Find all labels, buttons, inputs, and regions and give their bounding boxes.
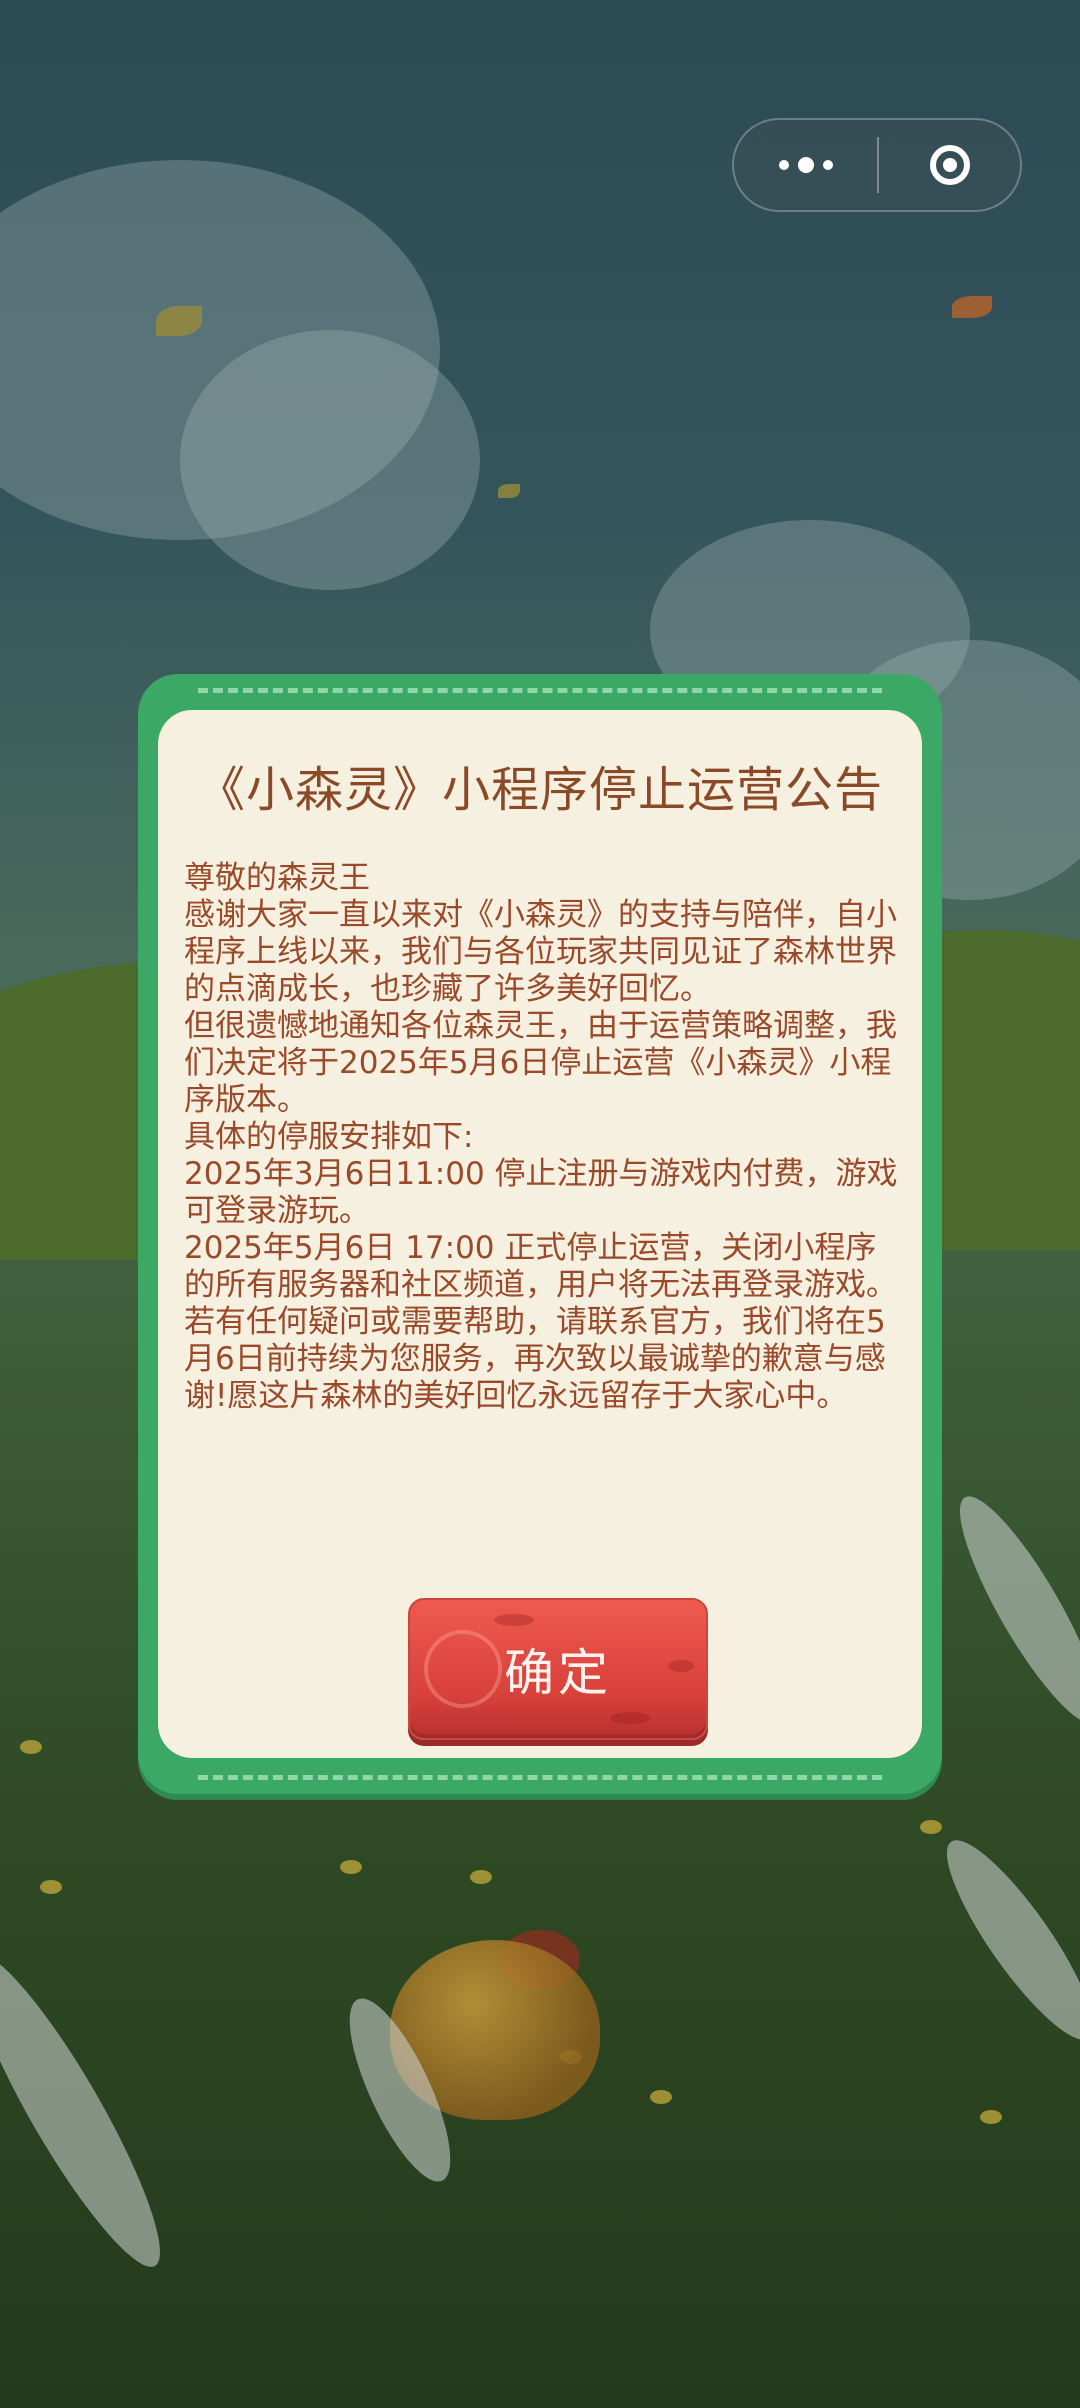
background-flower [650, 2090, 672, 2104]
confirm-button[interactable]: 确定 [408, 1598, 708, 1740]
more-menu-button[interactable] [734, 120, 877, 210]
background-flower [920, 1820, 942, 1834]
button-spot-decoration [494, 1614, 534, 1626]
background-cloud [180, 330, 480, 590]
announcement-paragraph: 2025年5月6日 17:00 正式停止运营，关闭小程序的所有服务器和社区频道，… [184, 1230, 897, 1303]
mini-program-capsule [732, 118, 1022, 212]
game-screen: 《小森灵》小程序停止运营公告 尊敬的森灵王 感谢大家一直以来对《小森灵》的支持与… [0, 0, 1080, 2408]
falling-leaf [498, 484, 520, 498]
background-flower [20, 1740, 42, 1754]
background-flower [470, 1870, 492, 1884]
announcement-text: 尊敬的森灵王 感谢大家一直以来对《小森灵》的支持与陪伴，自小程序上线以来，我们与… [184, 860, 906, 1415]
button-swirl-decoration [424, 1630, 502, 1708]
button-spot-decoration [610, 1712, 650, 1724]
falling-leaf [952, 296, 992, 318]
close-circle-icon [929, 145, 970, 185]
button-spot-decoration [668, 1660, 694, 1672]
grass-blade [926, 1824, 1080, 2056]
announcement-paragraph: 但很遗憾地通知各位森灵王，由于运营策略调整，我们决定将于2025年5月6日停止运… [184, 1008, 897, 1118]
dialog-dashed-border [198, 1775, 882, 1780]
announcement-dialog: 《小森灵》小程序停止运营公告 尊敬的森灵王 感谢大家一直以来对《小森灵》的支持与… [138, 674, 942, 1794]
more-dots-icon [778, 160, 789, 170]
more-dots-icon [822, 160, 833, 170]
close-mini-program-button[interactable] [879, 120, 1020, 210]
announcement-paragraph: 2025年3月6日11:00 停止注册与游戏内付费，游戏可登录游玩。 [184, 1156, 898, 1229]
announcement-paragraph: 尊敬的森灵王 [184, 860, 370, 896]
announcement-paragraph: 若有任何疑问或需要帮助，请联系官方，我们将在5月6日前持续为您服务，再次致以最诚… [184, 1304, 886, 1414]
falling-leaf [156, 306, 202, 336]
dialog-title: 《小森灵》小程序停止运营公告 [196, 762, 883, 818]
dialog-dashed-border [198, 688, 882, 693]
background-flower [40, 1880, 62, 1894]
confirm-button-label: 确定 [504, 1644, 612, 1702]
announcement-paragraph: 感谢大家一直以来对《小森灵》的支持与陪伴，自小程序上线以来，我们与各位玩家共同见… [184, 897, 897, 1007]
more-dots-icon [797, 157, 814, 173]
grass-blade [939, 1482, 1080, 1738]
background-flower [340, 1860, 362, 1874]
dialog-content: 《小森灵》小程序停止运营公告 尊敬的森灵王 感谢大家一直以来对《小森灵》的支持与… [158, 710, 922, 1758]
grass-blade [0, 1936, 186, 2284]
announcement-paragraph: 具体的停服安排如下: [184, 1119, 474, 1155]
background-flower [980, 2110, 1002, 2124]
